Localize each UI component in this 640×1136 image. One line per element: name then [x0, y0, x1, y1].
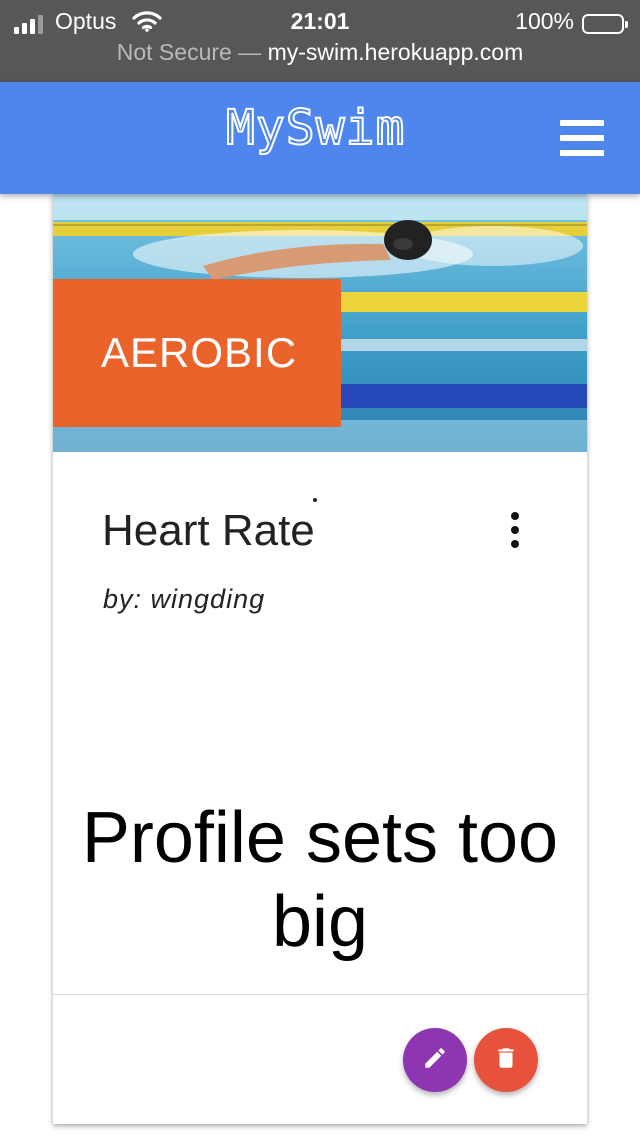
workout-card: AEROBIC Heart Rate by: wingding Profile …	[53, 194, 587, 1124]
author-label: by: wingding	[103, 584, 266, 614]
hamburger-menu-icon[interactable]	[560, 120, 606, 158]
security-label: Not Secure	[116, 39, 232, 65]
battery-percentage: 100%	[515, 8, 574, 34]
more-vertical-icon[interactable]	[503, 512, 527, 552]
status-bar: Optus 21:01 100% Not Secure — my-swim.he…	[0, 0, 640, 82]
app-title[interactable]: MySwim	[225, 99, 405, 157]
url-separator: —	[231, 39, 268, 65]
edit-button[interactable]	[403, 1028, 467, 1092]
dot-mark	[313, 498, 317, 502]
overlay-caption: Profile sets too big	[81, 798, 559, 962]
delete-button[interactable]	[474, 1028, 538, 1092]
trash-icon	[493, 1045, 519, 1076]
category-badge: AEROBIC	[53, 279, 341, 427]
url-domain: my-swim.herokuapp.com	[267, 39, 524, 65]
app-header: MySwim	[0, 82, 640, 194]
pencil-icon	[422, 1045, 448, 1076]
battery-icon	[582, 14, 628, 34]
card-divider	[53, 994, 587, 995]
workout-title: Heart Rate	[102, 506, 315, 555]
swimmer-image: AEROBIC	[53, 194, 587, 452]
address-bar[interactable]: Not Secure — my-swim.herokuapp.com	[0, 39, 640, 66]
